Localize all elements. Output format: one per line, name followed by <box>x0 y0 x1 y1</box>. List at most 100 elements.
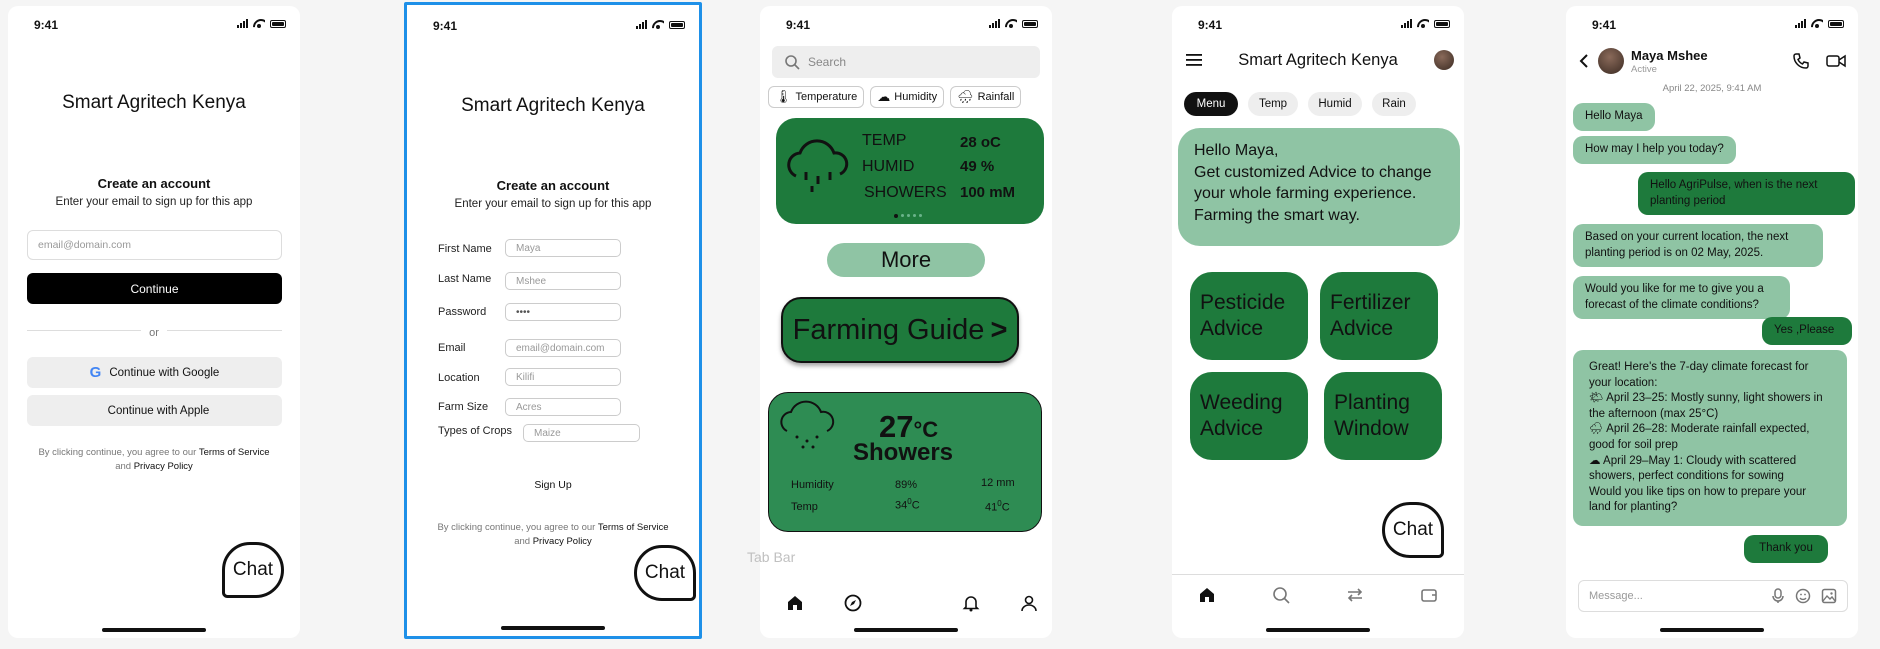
dashboard-screen: 9:41 Search 🌡 Temperature ☁ Humidity 🌧 Rain… <box>760 6 1052 638</box>
conditions-card[interactable]: TEMP 28 oC HUMID 49 % SHOWERS 100 mM <box>776 118 1044 224</box>
pill-humid[interactable]: Humid <box>1308 92 1362 116</box>
transfer-icon[interactable] <box>1346 586 1364 604</box>
showers-label: SHOWERS <box>864 184 947 201</box>
wallet-icon[interactable] <box>1420 586 1438 604</box>
tile-line: Advice <box>1200 417 1264 440</box>
chevron-right-icon: > <box>990 313 1008 346</box>
battery-icon <box>669 20 685 29</box>
phone-icon[interactable] <box>1792 52 1810 70</box>
home-indicator <box>1266 628 1370 632</box>
signal-icon <box>1401 19 1412 28</box>
emoji-icon[interactable] <box>1795 588 1811 604</box>
tile-line: Pesticide <box>1200 291 1286 314</box>
message-bubble: Thank you <box>1744 535 1828 563</box>
tile-line: Advice <box>1200 317 1264 340</box>
email-input[interactable]: email@domain.com <box>27 230 282 260</box>
tile-line: Weeding <box>1200 391 1283 414</box>
chat-button[interactable]: Chat <box>634 545 696 601</box>
app-title: Smart Agritech Kenya <box>461 95 645 116</box>
video-call-icon[interactable] <box>1826 54 1846 68</box>
signal-icon <box>636 20 647 29</box>
create-account-heading: Create an account <box>97 176 211 191</box>
chip-temperature[interactable]: 🌡 Temperature <box>768 86 865 108</box>
chip-humidity[interactable]: ☁ Humidity <box>870 86 945 108</box>
rain-cloud-icon <box>780 400 835 449</box>
back-arrow-icon[interactable] <box>1578 53 1590 69</box>
location-input[interactable]: Kilifi <box>505 368 621 386</box>
humidity-value: 89% <box>895 479 918 491</box>
search-icon[interactable] <box>1272 586 1290 604</box>
home-icon[interactable] <box>786 594 804 612</box>
apple-signin-button[interactable]: Continue with Apple <box>27 395 282 426</box>
wifi-icon <box>1811 19 1823 28</box>
planting-window-tile[interactable]: Planting Window <box>1324 372 1442 460</box>
privacy-link[interactable]: Privacy Policy <box>134 461 193 472</box>
crop-type-input[interactable]: Maize <box>523 424 640 442</box>
last-name-input[interactable]: Mshee <box>505 272 621 290</box>
terms-link[interactable]: Terms of Service <box>199 447 270 458</box>
email-input[interactable]: email@domain.com <box>505 339 621 357</box>
chip-label: Temperature <box>795 91 858 103</box>
bell-icon[interactable] <box>962 594 980 612</box>
continue-button[interactable]: Continue <box>27 273 282 304</box>
pill-rain[interactable]: Rain <box>1372 92 1416 116</box>
more-button[interactable]: More <box>827 243 985 277</box>
contact-status: Active <box>1631 64 1657 75</box>
avatar[interactable] <box>1434 50 1454 70</box>
create-account-subheading: Enter your email to sign up for this app <box>454 198 652 210</box>
password-input[interactable]: •••• <box>505 303 621 321</box>
profile-icon[interactable] <box>1020 594 1038 612</box>
chip-rainfall[interactable]: 🌧 Rainfall <box>950 86 1022 108</box>
password-label: Password <box>438 306 487 318</box>
signup-form-screen: 9:41 Smart Agritech Kenya Create an acco… <box>404 2 702 639</box>
battery-icon <box>270 19 286 28</box>
signal-icon <box>989 19 1000 28</box>
greeting-body: Get customized Advice to change your who… <box>1194 163 1432 224</box>
first-name-input[interactable]: Maya <box>505 239 621 257</box>
temp-label: Temp <box>791 501 818 513</box>
farming-guide-button[interactable]: Farming Guide > <box>781 297 1019 363</box>
pill-menu[interactable]: Menu <box>1184 92 1238 116</box>
message-bubble: Yes ,Please <box>1762 317 1852 345</box>
farm-size-input[interactable]: Acres <box>505 398 621 416</box>
status-time: 9:41 <box>1592 18 1617 32</box>
microphone-icon[interactable] <box>1771 588 1785 604</box>
status-bar: 9:41 <box>407 17 699 35</box>
contact-avatar <box>1598 48 1624 74</box>
pesticide-advice-tile[interactable]: Pesticide Advice <box>1190 272 1308 360</box>
google-signin-button[interactable]: G Continue with Google <box>27 357 282 388</box>
fertilizer-advice-tile[interactable]: Fertilizer Advice <box>1320 272 1438 360</box>
first-name-label: First Name <box>438 243 492 255</box>
temp-value: 28 oC <box>960 134 1001 151</box>
terms-link[interactable]: Terms of Service <box>598 522 669 533</box>
app-title: Smart Agritech Kenya <box>62 92 246 113</box>
legal-text: By clicking continue, you agree to our T… <box>425 521 681 549</box>
weather-card[interactable]: 27°C Showers 12 mm Humidity 89% Temp 340… <box>768 392 1042 532</box>
status-bar: 9:41 <box>1566 16 1858 34</box>
signup-button[interactable]: Sign Up <box>407 479 699 491</box>
celsius-mark: C <box>911 499 920 512</box>
temp-low: 340C <box>895 497 920 512</box>
compass-icon[interactable] <box>844 594 862 612</box>
legal-and: and <box>115 461 132 472</box>
tile-line: Planting <box>1334 391 1410 414</box>
wifi-icon <box>1005 19 1017 28</box>
message-bubble: Would you like for me to give you a fore… <box>1573 276 1790 319</box>
page-title: Smart Agritech Kenya <box>1238 51 1398 69</box>
chat-button[interactable]: Chat <box>222 542 284 598</box>
message-input[interactable]: Message... <box>1578 580 1848 612</box>
image-icon[interactable] <box>1821 588 1837 604</box>
tile-line: Window <box>1334 417 1409 440</box>
rainfall-value: 12 mm <box>981 477 1015 489</box>
weeding-advice-tile[interactable]: Weeding Advice <box>1190 372 1308 460</box>
search-bar[interactable]: Search <box>772 46 1040 78</box>
greeting-card: Hello Maya, Get customized Advice to cha… <box>1178 128 1460 246</box>
create-account-heading: Create an account <box>496 178 610 193</box>
tile-line: Fertilizer <box>1330 291 1411 314</box>
pill-temp[interactable]: Temp <box>1248 92 1298 116</box>
celsius-mark: C <box>1001 501 1010 514</box>
privacy-link[interactable]: Privacy Policy <box>533 536 592 547</box>
carousel-dots[interactable] <box>894 214 922 218</box>
chat-button[interactable]: Chat <box>1382 502 1444 558</box>
home-icon[interactable] <box>1198 586 1216 604</box>
